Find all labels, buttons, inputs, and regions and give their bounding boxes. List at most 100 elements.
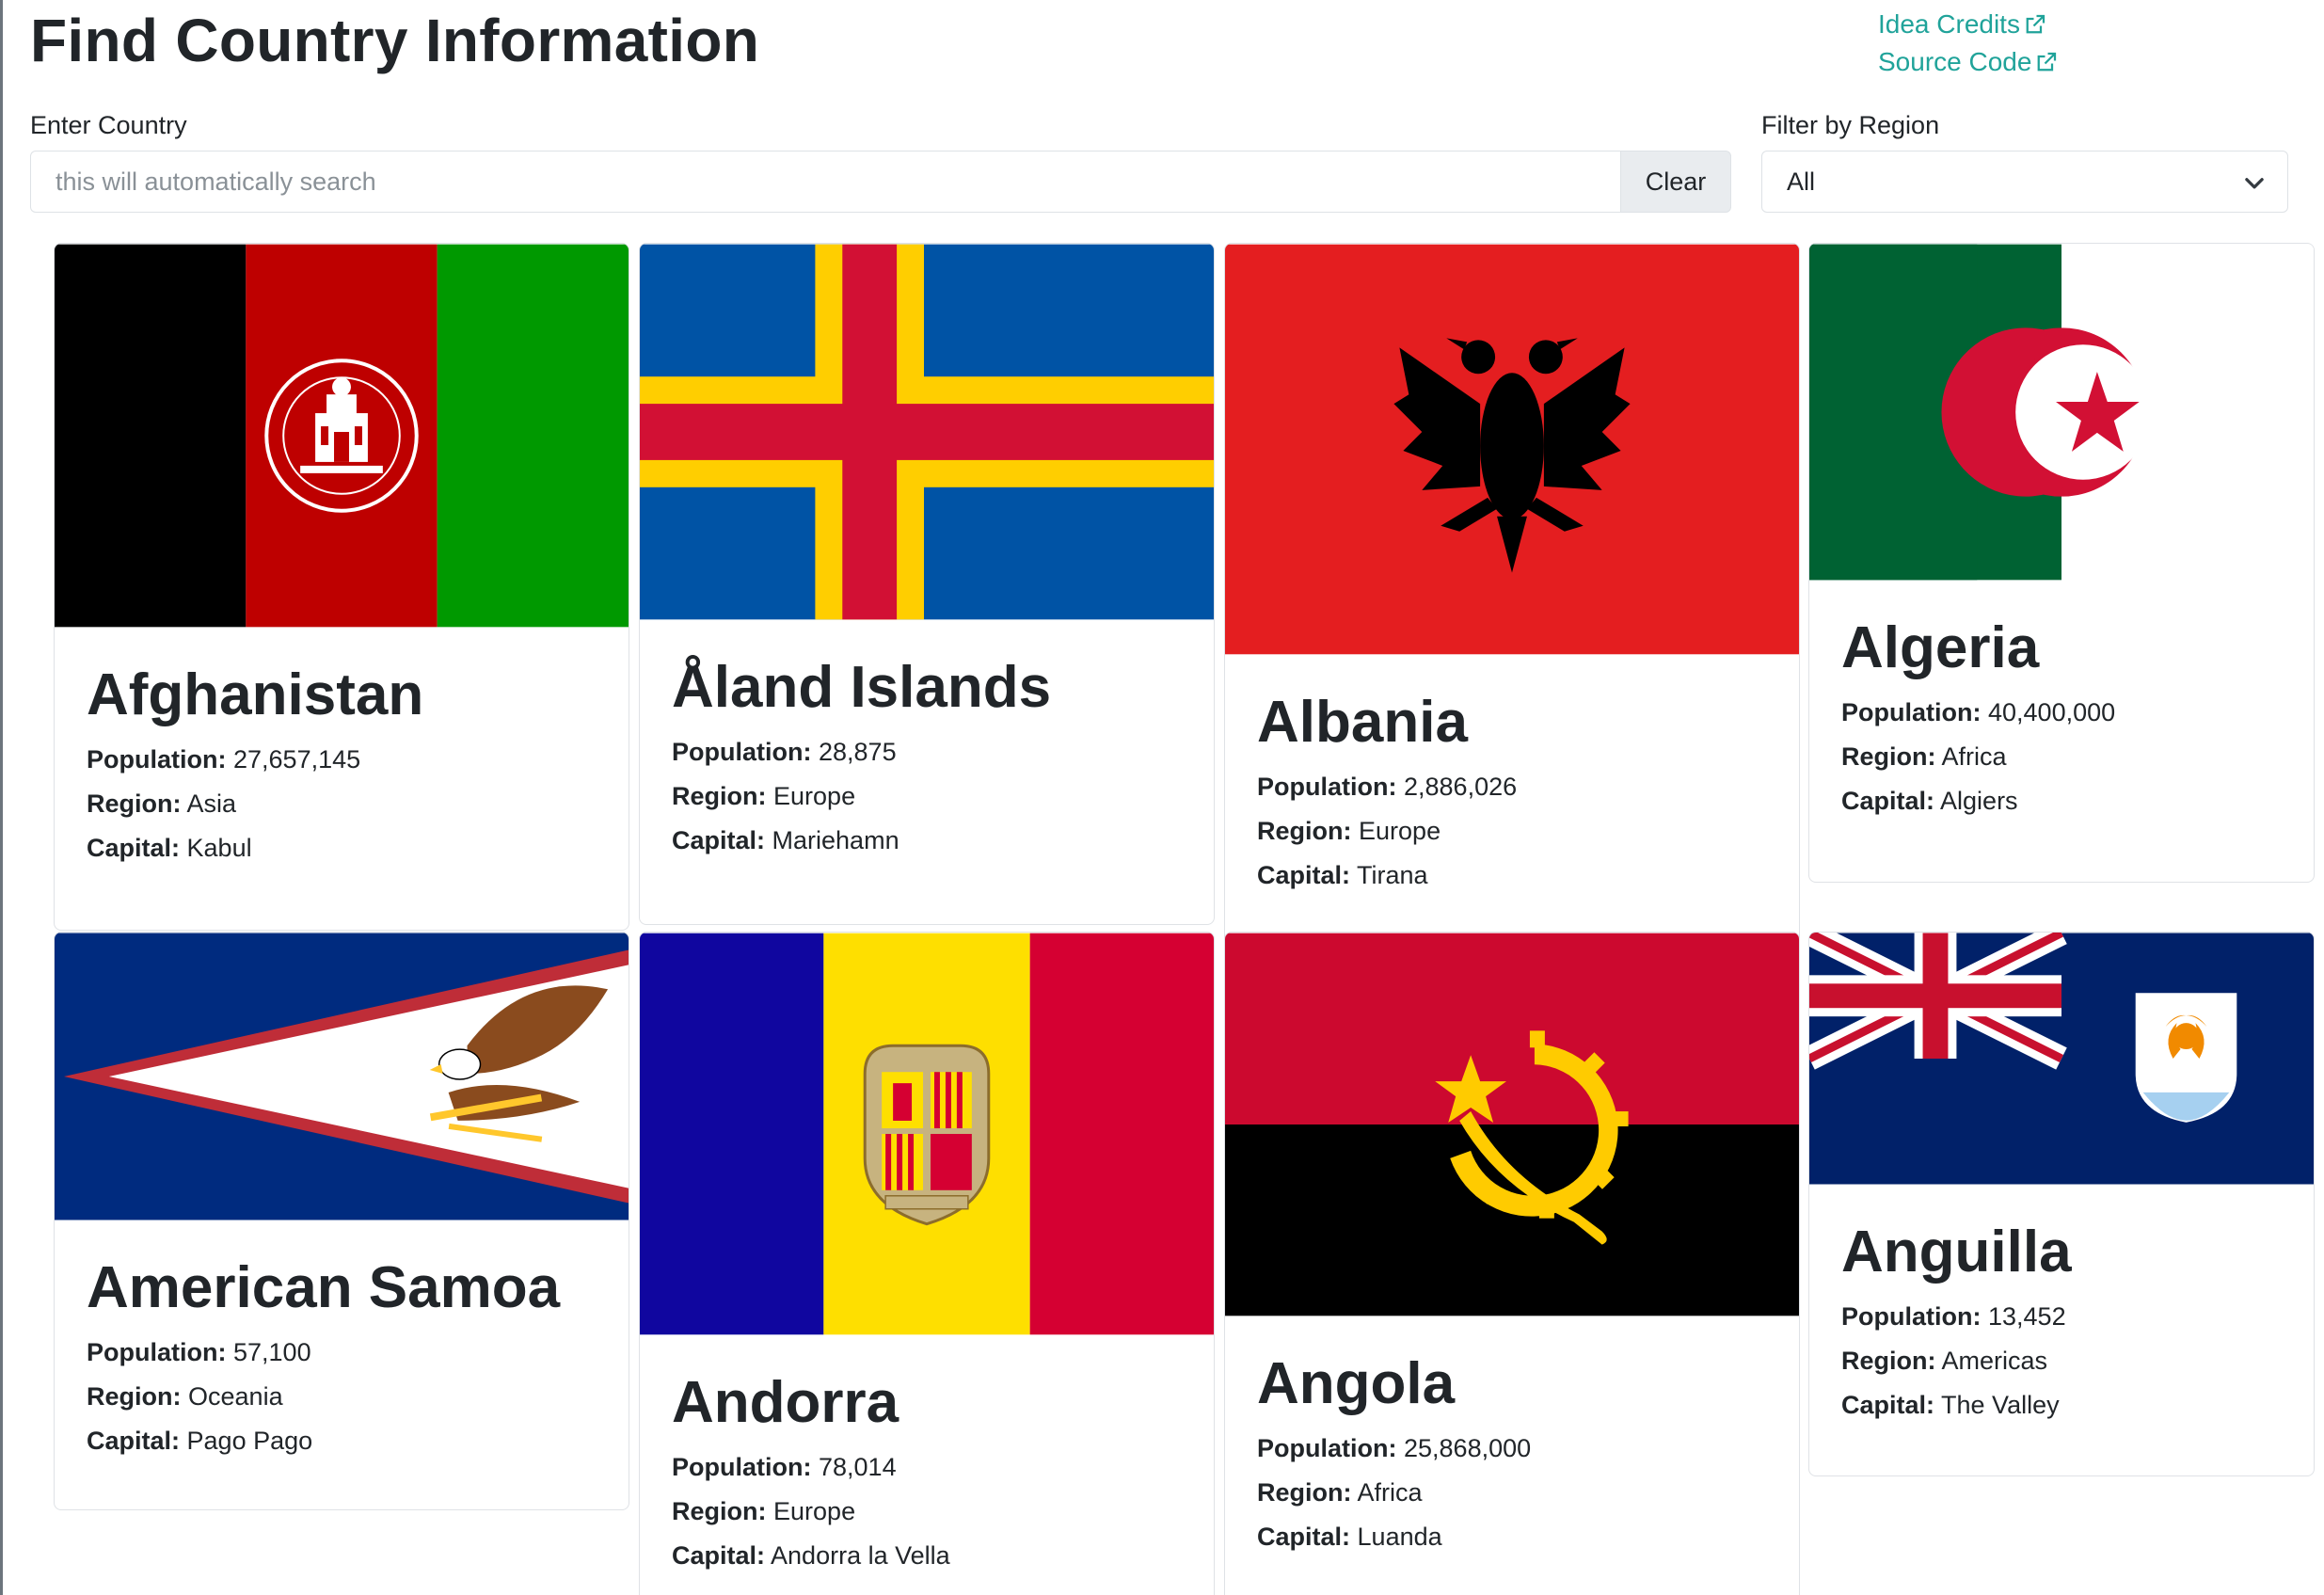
andorra-flag xyxy=(640,933,1214,1335)
region-row: Region: Africa xyxy=(1257,1471,1767,1515)
population-value: 78,014 xyxy=(819,1453,897,1481)
region-value: Oceania xyxy=(188,1382,283,1411)
population-key: Population: xyxy=(1841,698,1982,726)
country-card[interactable]: Angola Population: 25,868,000 Region: Af… xyxy=(1224,932,1800,1595)
capital-value: Mariehamn xyxy=(772,826,899,854)
capital-row: Capital: Kabul xyxy=(87,826,597,870)
capital-key: Capital: xyxy=(1257,861,1351,889)
capital-value: Algiers xyxy=(1940,787,2018,815)
afghanistan-flag xyxy=(55,244,629,628)
chevron-down-icon xyxy=(2245,178,2264,189)
capital-row: Capital: Pago Pago xyxy=(87,1419,597,1463)
american-samoa-flag xyxy=(55,933,629,1220)
clear-button[interactable]: Clear xyxy=(1620,151,1731,213)
population-key: Population: xyxy=(87,1338,227,1366)
capital-key: Capital: xyxy=(87,834,181,862)
angola-flag xyxy=(1225,933,1799,1316)
albania-flag xyxy=(1225,244,1799,655)
capital-key: Capital: xyxy=(87,1427,181,1455)
region-key: Region: xyxy=(1841,1347,1936,1375)
region-value: Europe xyxy=(773,1497,856,1525)
population-key: Population: xyxy=(1841,1302,1982,1331)
population-row: Population: 27,657,145 xyxy=(87,738,597,782)
population-key: Population: xyxy=(1257,773,1397,801)
external-link-icon xyxy=(2026,14,2045,34)
population-value: 13,452 xyxy=(1988,1302,2066,1331)
population-row: Population: 78,014 xyxy=(672,1445,1182,1490)
population-value: 25,868,000 xyxy=(1404,1434,1532,1462)
region-key: Region: xyxy=(1257,817,1352,845)
capital-key: Capital: xyxy=(672,1541,766,1570)
region-value: Africa xyxy=(1357,1478,1423,1507)
region-key: Region: xyxy=(1841,742,1936,771)
population-row: Population: 13,452 xyxy=(1841,1295,2282,1339)
population-value: 57,100 xyxy=(233,1338,311,1366)
capital-key: Capital: xyxy=(1257,1523,1351,1551)
capital-value: Kabul xyxy=(186,834,252,862)
region-value: Asia xyxy=(186,790,237,818)
capital-key: Capital: xyxy=(1841,787,1935,815)
region-select-value: All xyxy=(1787,167,1816,196)
country-card[interactable]: Andorra Population: 78,014 Region: Europ… xyxy=(639,932,1215,1595)
capital-key: Capital: xyxy=(672,826,766,854)
country-name: Angola xyxy=(1257,1351,1456,1416)
capital-row: Capital: Tirana xyxy=(1257,853,1767,898)
capital-value: The Valley xyxy=(1941,1391,2060,1419)
region-value: Africa xyxy=(1941,742,2007,771)
population-value: 27,657,145 xyxy=(233,745,361,774)
country-card[interactable]: Algeria Population: 40,400,000 Region: A… xyxy=(1808,243,2315,883)
country-name: American Samoa xyxy=(87,1255,561,1320)
population-key: Population: xyxy=(87,745,227,774)
region-key: Region: xyxy=(87,1382,182,1411)
region-row: Region: Africa xyxy=(1841,735,2282,779)
country-card[interactable]: Åland Islands Population: 28,875 Region:… xyxy=(639,243,1215,925)
header-links: Idea Credits Source Code xyxy=(1878,6,2058,81)
region-key: Region: xyxy=(87,790,182,818)
source-code-label: Source Code xyxy=(1878,47,2032,76)
region-select[interactable]: All xyxy=(1761,151,2288,213)
country-name: Åland Islands xyxy=(672,655,1052,720)
region-row: Region: Asia xyxy=(87,782,597,826)
country-card[interactable]: Afghanistan Population: 27,657,145 Regio… xyxy=(54,243,629,931)
country-name: Afghanistan xyxy=(87,662,424,727)
capital-row: Capital: The Valley xyxy=(1841,1383,2282,1428)
population-row: Population: 28,875 xyxy=(672,730,1182,774)
source-code-link[interactable]: Source Code xyxy=(1878,43,2058,81)
region-value: Europe xyxy=(773,782,856,810)
country-card[interactable]: American Samoa Population: 57,100 Region… xyxy=(54,932,629,1510)
population-row: Population: 2,886,026 xyxy=(1257,765,1767,809)
capital-value: Luanda xyxy=(1357,1523,1442,1551)
population-row: Population: 57,100 xyxy=(87,1331,597,1375)
region-key: Region: xyxy=(672,782,767,810)
capital-row: Capital: Mariehamn xyxy=(672,819,1182,863)
aland-islands-flag xyxy=(640,244,1214,620)
country-card[interactable]: Anguilla Population: 13,452 Region: Amer… xyxy=(1808,932,2315,1476)
population-value: 2,886,026 xyxy=(1404,773,1518,801)
country-name: Andorra xyxy=(672,1370,899,1435)
country-name: Albania xyxy=(1257,690,1468,755)
population-key: Population: xyxy=(672,738,812,766)
country-name: Algeria xyxy=(1841,615,2040,680)
region-row: Region: Oceania xyxy=(87,1375,597,1419)
country-name: Anguilla xyxy=(1841,1220,2072,1284)
search-input[interactable] xyxy=(30,151,1620,213)
idea-credits-link[interactable]: Idea Credits xyxy=(1878,6,2058,43)
anguilla-flag xyxy=(1809,933,2314,1185)
page-title: Find Country Information xyxy=(30,7,760,74)
search-label: Enter Country xyxy=(30,111,187,139)
algeria-flag xyxy=(1809,244,2314,581)
left-border xyxy=(0,0,3,1595)
population-key: Population: xyxy=(1257,1434,1397,1462)
capital-value: Tirana xyxy=(1357,861,1428,889)
filter-label: Filter by Region xyxy=(1761,111,1940,139)
idea-credits-label: Idea Credits xyxy=(1878,9,2020,39)
region-row: Region: Europe xyxy=(1257,809,1767,853)
capital-value: Andorra la Vella xyxy=(771,1541,950,1570)
page: Find Country Information Idea Credits So… xyxy=(0,0,2324,1595)
population-row: Population: 25,868,000 xyxy=(1257,1427,1767,1471)
region-key: Region: xyxy=(1257,1478,1352,1507)
country-card[interactable]: Albania Population: 2,886,026 Region: Eu… xyxy=(1224,243,1800,960)
capital-key: Capital: xyxy=(1841,1391,1935,1419)
search-group: Clear xyxy=(30,151,1731,213)
region-value: Europe xyxy=(1359,817,1441,845)
